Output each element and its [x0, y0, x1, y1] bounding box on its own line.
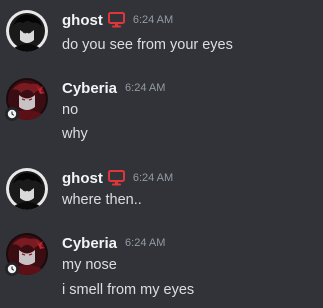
monitor-icon: [107, 170, 125, 186]
message-header: Cyberia 6:24 AM: [62, 233, 165, 253]
message-text: why: [62, 126, 88, 142]
chat-messages: ghost 6:24 AM do you see from your eyes: [0, 0, 323, 308]
monitor-icon: [107, 12, 125, 28]
status-indicator-icon: [5, 107, 19, 121]
message-text: i smell from my eyes: [62, 282, 195, 298]
timestamp: 6:24 AM: [125, 82, 166, 94]
avatar-ghost-image: [6, 10, 48, 52]
message-header: Cyberia 6:24 AM: [62, 78, 165, 98]
message-text: my nose: [62, 257, 117, 273]
avatar-cyberia[interactable]: [5, 233, 48, 276]
username[interactable]: ghost: [62, 170, 103, 187]
avatar-cyberia[interactable]: [5, 78, 48, 121]
timestamp: 6:24 AM: [132, 172, 174, 184]
message-text: do you see from your eyes: [62, 37, 233, 53]
message-header: ghost 6:24 AM: [62, 10, 173, 30]
username[interactable]: ghost: [62, 12, 103, 29]
timestamp: 6:24 AM: [132, 14, 174, 26]
message-header: ghost 6:24 AM: [62, 168, 173, 188]
avatar-ghost[interactable]: [6, 168, 48, 210]
avatar-ghost[interactable]: [6, 10, 48, 52]
avatar-ghost-image: [6, 168, 48, 210]
message-text: where then..: [62, 192, 142, 208]
username[interactable]: Cyberia: [62, 80, 117, 97]
username[interactable]: Cyberia: [62, 235, 117, 252]
status-indicator-icon: [5, 262, 19, 276]
message-text: no: [62, 102, 79, 118]
timestamp: 6:24 AM: [125, 237, 166, 249]
